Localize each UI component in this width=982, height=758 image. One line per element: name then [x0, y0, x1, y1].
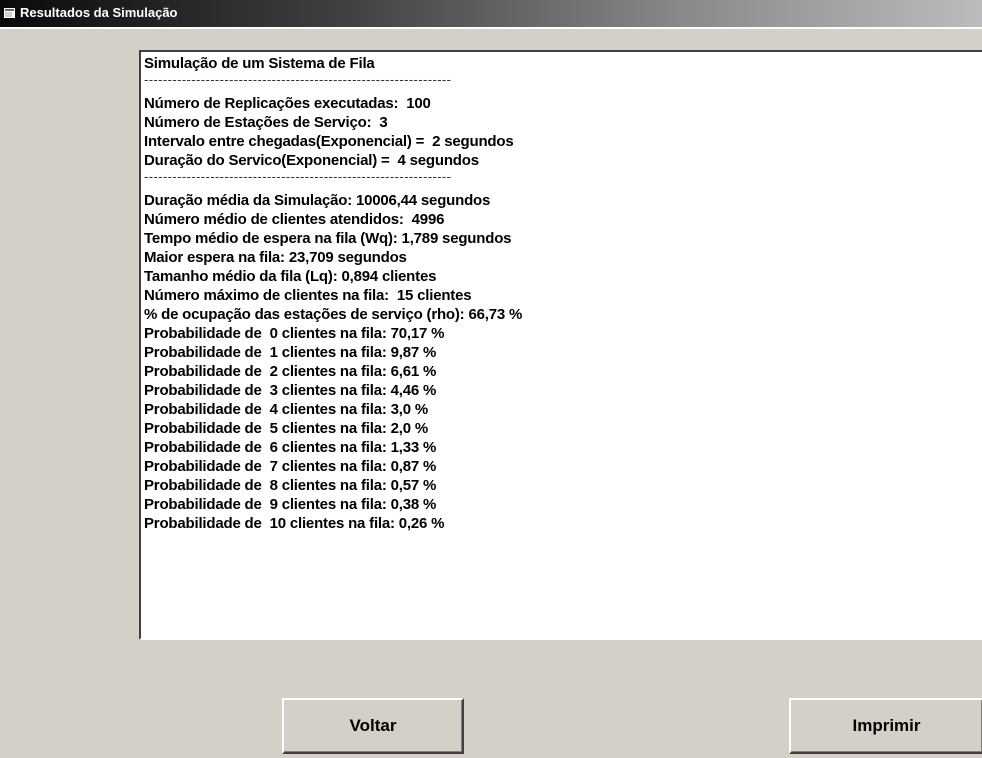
result-line: Probabilidade de 7 clientes na fila: 0,8…	[144, 458, 437, 475]
title-bar[interactable]: Resultados da Simulação	[0, 0, 982, 29]
result-line: Número máximo de clientes na fila: 15 cl…	[144, 287, 472, 304]
result-line: Número de Estações de Serviço: 3	[144, 114, 388, 131]
result-line: Número médio de clientes atendidos: 4996	[144, 211, 445, 228]
result-line: Probabilidade de 9 clientes na fila: 0,3…	[144, 496, 437, 513]
result-line: Duração média da Simulação: 10006,44 seg…	[144, 192, 491, 209]
result-line: Probabilidade de 1 clientes na fila: 9,8…	[144, 344, 437, 361]
result-line: Probabilidade de 4 clientes na fila: 3,0…	[144, 401, 428, 418]
imprimir-button[interactable]: Imprimir	[789, 698, 982, 754]
result-line: Maior espera na fila: 23,709 segundos	[144, 249, 407, 266]
result-line: Tamanho médio da fila (Lq): 0,894 client…	[144, 268, 437, 285]
result-line: Número de Replicações executadas: 100	[144, 95, 431, 112]
result-line: Probabilidade de 10 clientes na fila: 0,…	[144, 515, 445, 532]
separator-line: ----------------------------------------…	[144, 72, 452, 87]
voltar-button[interactable]: Voltar	[282, 698, 464, 754]
window-app-icon	[4, 8, 15, 18]
results-text-area[interactable]: Simulação de um Sistema de Fila ---------…	[139, 50, 982, 640]
result-line: Probabilidade de 2 clientes na fila: 6,6…	[144, 363, 437, 380]
result-line: Probabilidade de 6 clientes na fila: 1,3…	[144, 439, 437, 456]
results-lines: Simulação de um Sistema de Fila ---------…	[144, 54, 522, 533]
result-line: % de ocupação das estações de serviço (r…	[144, 306, 523, 323]
result-line: Intervalo entre chegadas(Exponencial) = …	[144, 133, 514, 150]
result-line: Duração do Servico(Exponencial) = 4 segu…	[144, 152, 479, 169]
results-heading: Simulação de um Sistema de Fila	[144, 55, 375, 72]
result-line: Probabilidade de 0 clientes na fila: 70,…	[144, 325, 445, 342]
result-line: Probabilidade de 3 clientes na fila: 4,4…	[144, 382, 437, 399]
result-line: Probabilidade de 8 clientes na fila: 0,5…	[144, 477, 437, 494]
result-line: Tempo médio de espera na fila (Wq): 1,78…	[144, 230, 512, 247]
separator-line: ----------------------------------------…	[144, 169, 452, 184]
result-line: Probabilidade de 5 clientes na fila: 2,0…	[144, 420, 428, 437]
window-title: Resultados da Simulação	[20, 5, 178, 20]
results-window: Resultados da Simulação Simulação de um …	[0, 0, 982, 758]
